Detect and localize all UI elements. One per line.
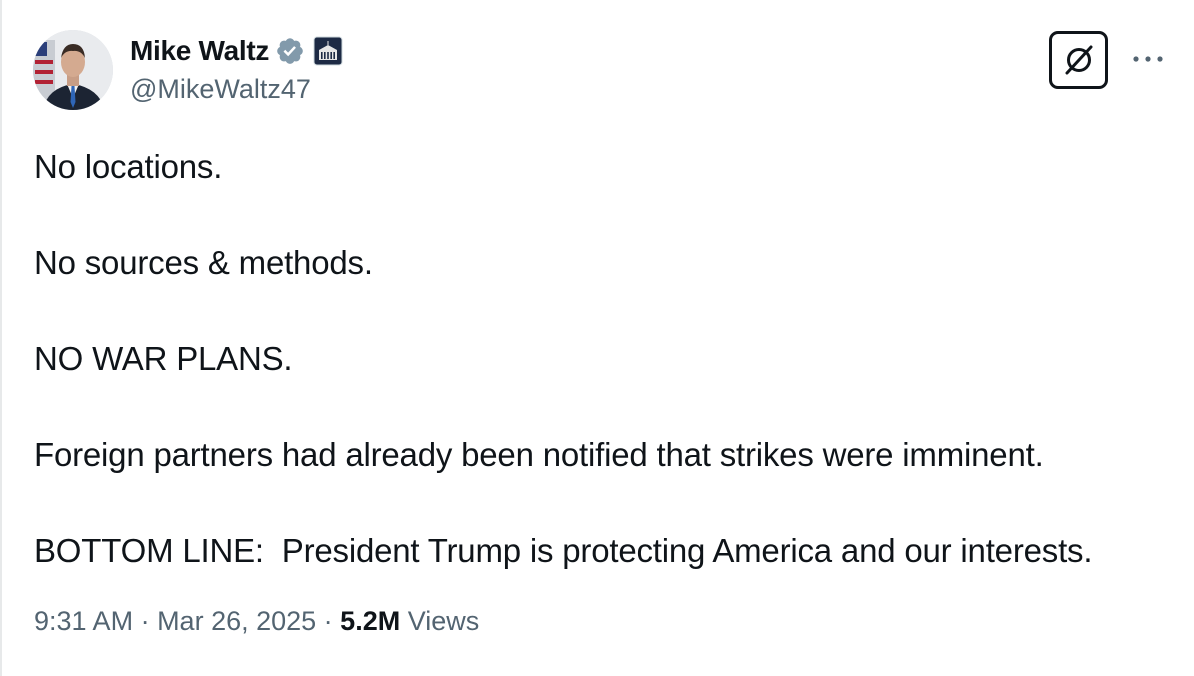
author-name-row: Mike Waltz [130, 31, 343, 71]
more-options-button[interactable] [1128, 44, 1168, 74]
tweet-paragraph: No locations. [34, 148, 223, 185]
more-icon [1133, 56, 1163, 62]
tweet-time[interactable]: 9:31 AM [34, 606, 133, 637]
tweet-paragraph: No sources & methods. [34, 244, 373, 281]
grok-button[interactable] [1049, 31, 1108, 89]
white-house-icon[interactable] [313, 36, 343, 66]
avatar[interactable] [33, 30, 113, 110]
tweet-paragraph: Foreign partners had already been notifi… [34, 436, 1044, 473]
meta-separator: · [133, 606, 158, 636]
views-count[interactable]: 5.2M [340, 606, 400, 637]
left-border [0, 0, 2, 676]
tweet-paragraph: NO WAR PLANS. [34, 340, 293, 377]
tweet-text: No locations. No sources & methods. NO W… [34, 143, 1174, 575]
meta-separator: · [316, 606, 341, 636]
tweet-paragraph: BOTTOM LINE: President Trump is protecti… [34, 532, 1093, 569]
author-handle[interactable]: @MikeWaltz47 [130, 74, 311, 105]
verified-badge-icon[interactable] [275, 36, 305, 66]
grok-icon [1065, 45, 1092, 75]
tweet-meta: 9:31 AM · Mar 26, 2025 · 5.2M Views [34, 606, 479, 637]
views-label[interactable]: Views [400, 606, 480, 637]
tweet-date[interactable]: Mar 26, 2025 [157, 606, 316, 637]
display-name[interactable]: Mike Waltz [130, 35, 269, 67]
